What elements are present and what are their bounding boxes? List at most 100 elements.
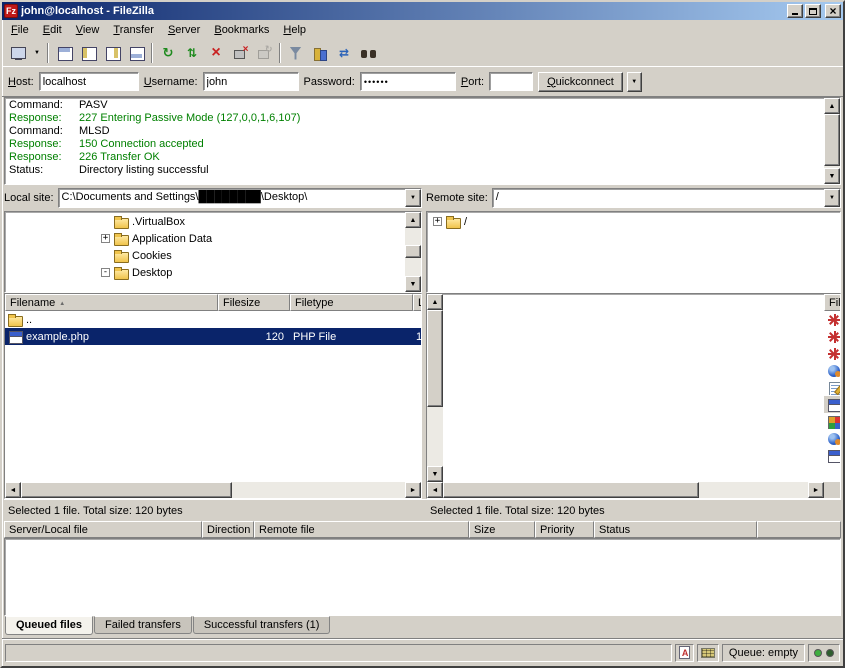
file-row[interactable]: index.php 267 bbox=[824, 447, 840, 464]
titlebar[interactable]: Fz john@localhost - FileZilla bbox=[2, 2, 843, 20]
remote-site-combobox[interactable]: / bbox=[492, 188, 841, 208]
tree-expander[interactable]: + bbox=[433, 217, 442, 226]
scrollbar-thumb[interactable] bbox=[21, 482, 232, 498]
queue-tab[interactable]: Failed transfers bbox=[94, 616, 192, 634]
file-row[interactable]: bitnami.css 2,142 bbox=[824, 379, 840, 396]
maximize-button[interactable] bbox=[805, 4, 821, 18]
column-header[interactable]: Filetype bbox=[290, 294, 413, 311]
scrollbar-thumb[interactable] bbox=[443, 482, 699, 498]
menu-item[interactable]: Transfer bbox=[106, 22, 161, 38]
reconnect-button[interactable] bbox=[252, 41, 276, 65]
cancel-button[interactable] bbox=[204, 41, 228, 65]
scrollbar-thumb[interactable] bbox=[405, 245, 421, 258]
find-button[interactable] bbox=[356, 41, 380, 65]
local-tree-vertical-scrollbar[interactable] bbox=[405, 212, 421, 292]
minimize-button[interactable] bbox=[787, 4, 803, 18]
combo-dropdown-button[interactable] bbox=[824, 189, 840, 207]
queue-column-header[interactable]: Size bbox=[469, 521, 535, 538]
menu-item[interactable]: File bbox=[4, 22, 36, 38]
message-log: Command: PASV Response: 227 Entering Pas… bbox=[4, 97, 841, 185]
scrollbar-track[interactable] bbox=[443, 482, 808, 498]
scrollbar-track[interactable] bbox=[21, 482, 405, 498]
site-manager-dropdown-button[interactable] bbox=[30, 41, 44, 65]
scrollbar-thumb[interactable] bbox=[427, 310, 443, 407]
tree-item[interactable]: .VirtualBox bbox=[5, 213, 405, 230]
scrollbar-track[interactable] bbox=[427, 310, 443, 466]
file-row[interactable]: favicon.ico 7,782 bbox=[824, 413, 840, 430]
username-input[interactable] bbox=[203, 72, 299, 91]
caption-buttons bbox=[787, 4, 841, 18]
scrollbar-track[interactable] bbox=[824, 114, 840, 168]
menu-item[interactable]: Server bbox=[161, 22, 207, 38]
refresh-button[interactable] bbox=[156, 41, 180, 65]
scroll-left-button[interactable] bbox=[427, 482, 443, 498]
menu-item[interactable]: View bbox=[69, 22, 107, 38]
disconnect-button[interactable] bbox=[228, 41, 252, 65]
close-button[interactable] bbox=[825, 4, 841, 18]
scroll-down-button[interactable] bbox=[405, 276, 421, 292]
menu-item[interactable]: Edit bbox=[36, 22, 69, 38]
queue-column-header[interactable]: Remote file bbox=[254, 521, 469, 538]
local-horizontal-scrollbar[interactable] bbox=[5, 482, 421, 498]
file-row[interactable]: example.php 120 PHP File 1 bbox=[5, 328, 421, 345]
column-header[interactable]: Filename bbox=[5, 294, 218, 311]
column-header[interactable]: Filename bbox=[824, 294, 840, 311]
combo-dropdown-button[interactable] bbox=[405, 189, 421, 207]
file-row[interactable]: apache_pb2_ani.gif 2,160 bbox=[824, 345, 840, 362]
queue-column-header[interactable]: Direction bbox=[202, 521, 254, 538]
folder-icon bbox=[113, 231, 129, 246]
tree-expander[interactable]: + bbox=[101, 234, 110, 243]
process-queue-button[interactable] bbox=[180, 41, 204, 65]
remote-horizontal-scrollbar[interactable] bbox=[427, 482, 824, 498]
queue-column-header[interactable]: Status bbox=[594, 521, 757, 538]
filter-button[interactable] bbox=[284, 41, 308, 65]
scroll-down-button[interactable] bbox=[824, 168, 840, 184]
tree-item[interactable]: Cookies bbox=[5, 247, 405, 264]
scroll-right-button[interactable] bbox=[808, 482, 824, 498]
file-row[interactable]: apache_pb2.png 1,463 bbox=[824, 328, 840, 345]
scroll-up-button[interactable] bbox=[427, 294, 443, 310]
toggle-remote-tree-button[interactable] bbox=[100, 41, 124, 65]
queue-tab[interactable]: Successful transfers (1) bbox=[193, 616, 331, 634]
scroll-left-button[interactable] bbox=[5, 482, 21, 498]
port-input[interactable] bbox=[489, 72, 533, 91]
scroll-up-button[interactable] bbox=[405, 212, 421, 228]
password-input[interactable] bbox=[360, 72, 456, 91]
file-row[interactable]: applications.html 2,713 bbox=[824, 362, 840, 379]
file-row[interactable]: .. bbox=[5, 311, 421, 328]
file-row[interactable]: apache_pb2.gif 2,414 bbox=[824, 311, 840, 328]
toggle-local-tree-button[interactable] bbox=[76, 41, 100, 65]
scroll-right-button[interactable] bbox=[405, 482, 421, 498]
host-input[interactable] bbox=[39, 72, 139, 91]
log-vertical-scrollbar[interactable] bbox=[824, 98, 840, 184]
scroll-up-button[interactable] bbox=[824, 98, 840, 114]
toggle-queue-button[interactable] bbox=[124, 41, 148, 65]
site-manager-button[interactable] bbox=[6, 41, 30, 65]
local-site-combobox[interactable]: C:\Documents and Settings\████████\Deskt… bbox=[58, 188, 422, 208]
tree-item[interactable]: + Application Data bbox=[5, 230, 405, 247]
quickconnect-dropdown-button[interactable] bbox=[627, 72, 642, 92]
tree-item[interactable]: - Desktop bbox=[5, 264, 405, 281]
queue-column-header[interactable]: Server/Local file bbox=[4, 521, 202, 538]
toggle-message-log-button[interactable] bbox=[52, 41, 76, 65]
scrollbar-track[interactable] bbox=[405, 228, 421, 276]
column-header-label: Filetype bbox=[295, 296, 334, 310]
column-header[interactable]: Last modified bbox=[413, 294, 421, 311]
compare-button[interactable] bbox=[308, 41, 332, 65]
menu-item[interactable]: Help bbox=[276, 22, 313, 38]
column-header[interactable]: Filesize bbox=[218, 294, 290, 311]
queue-column-header[interactable]: Priority bbox=[535, 521, 594, 538]
file-row[interactable]: index.html 202 bbox=[824, 430, 840, 447]
tree-expander[interactable]: - bbox=[101, 268, 110, 277]
scroll-down-button[interactable] bbox=[427, 466, 443, 482]
queue-tab[interactable]: Queued files bbox=[5, 616, 93, 635]
toggle-queue-icon bbox=[128, 45, 145, 62]
quickconnect-button[interactable]: Quickconnect bbox=[538, 72, 623, 92]
file-row[interactable]: example.php 120 bbox=[824, 396, 840, 413]
sync-browsing-button[interactable] bbox=[332, 41, 356, 65]
file-name: example.php bbox=[26, 331, 89, 343]
tree-item[interactable]: + / bbox=[427, 213, 840, 230]
scrollbar-thumb[interactable] bbox=[824, 114, 840, 166]
menu-item[interactable]: Bookmarks bbox=[207, 22, 276, 38]
remote-vertical-scrollbar[interactable] bbox=[427, 294, 443, 482]
